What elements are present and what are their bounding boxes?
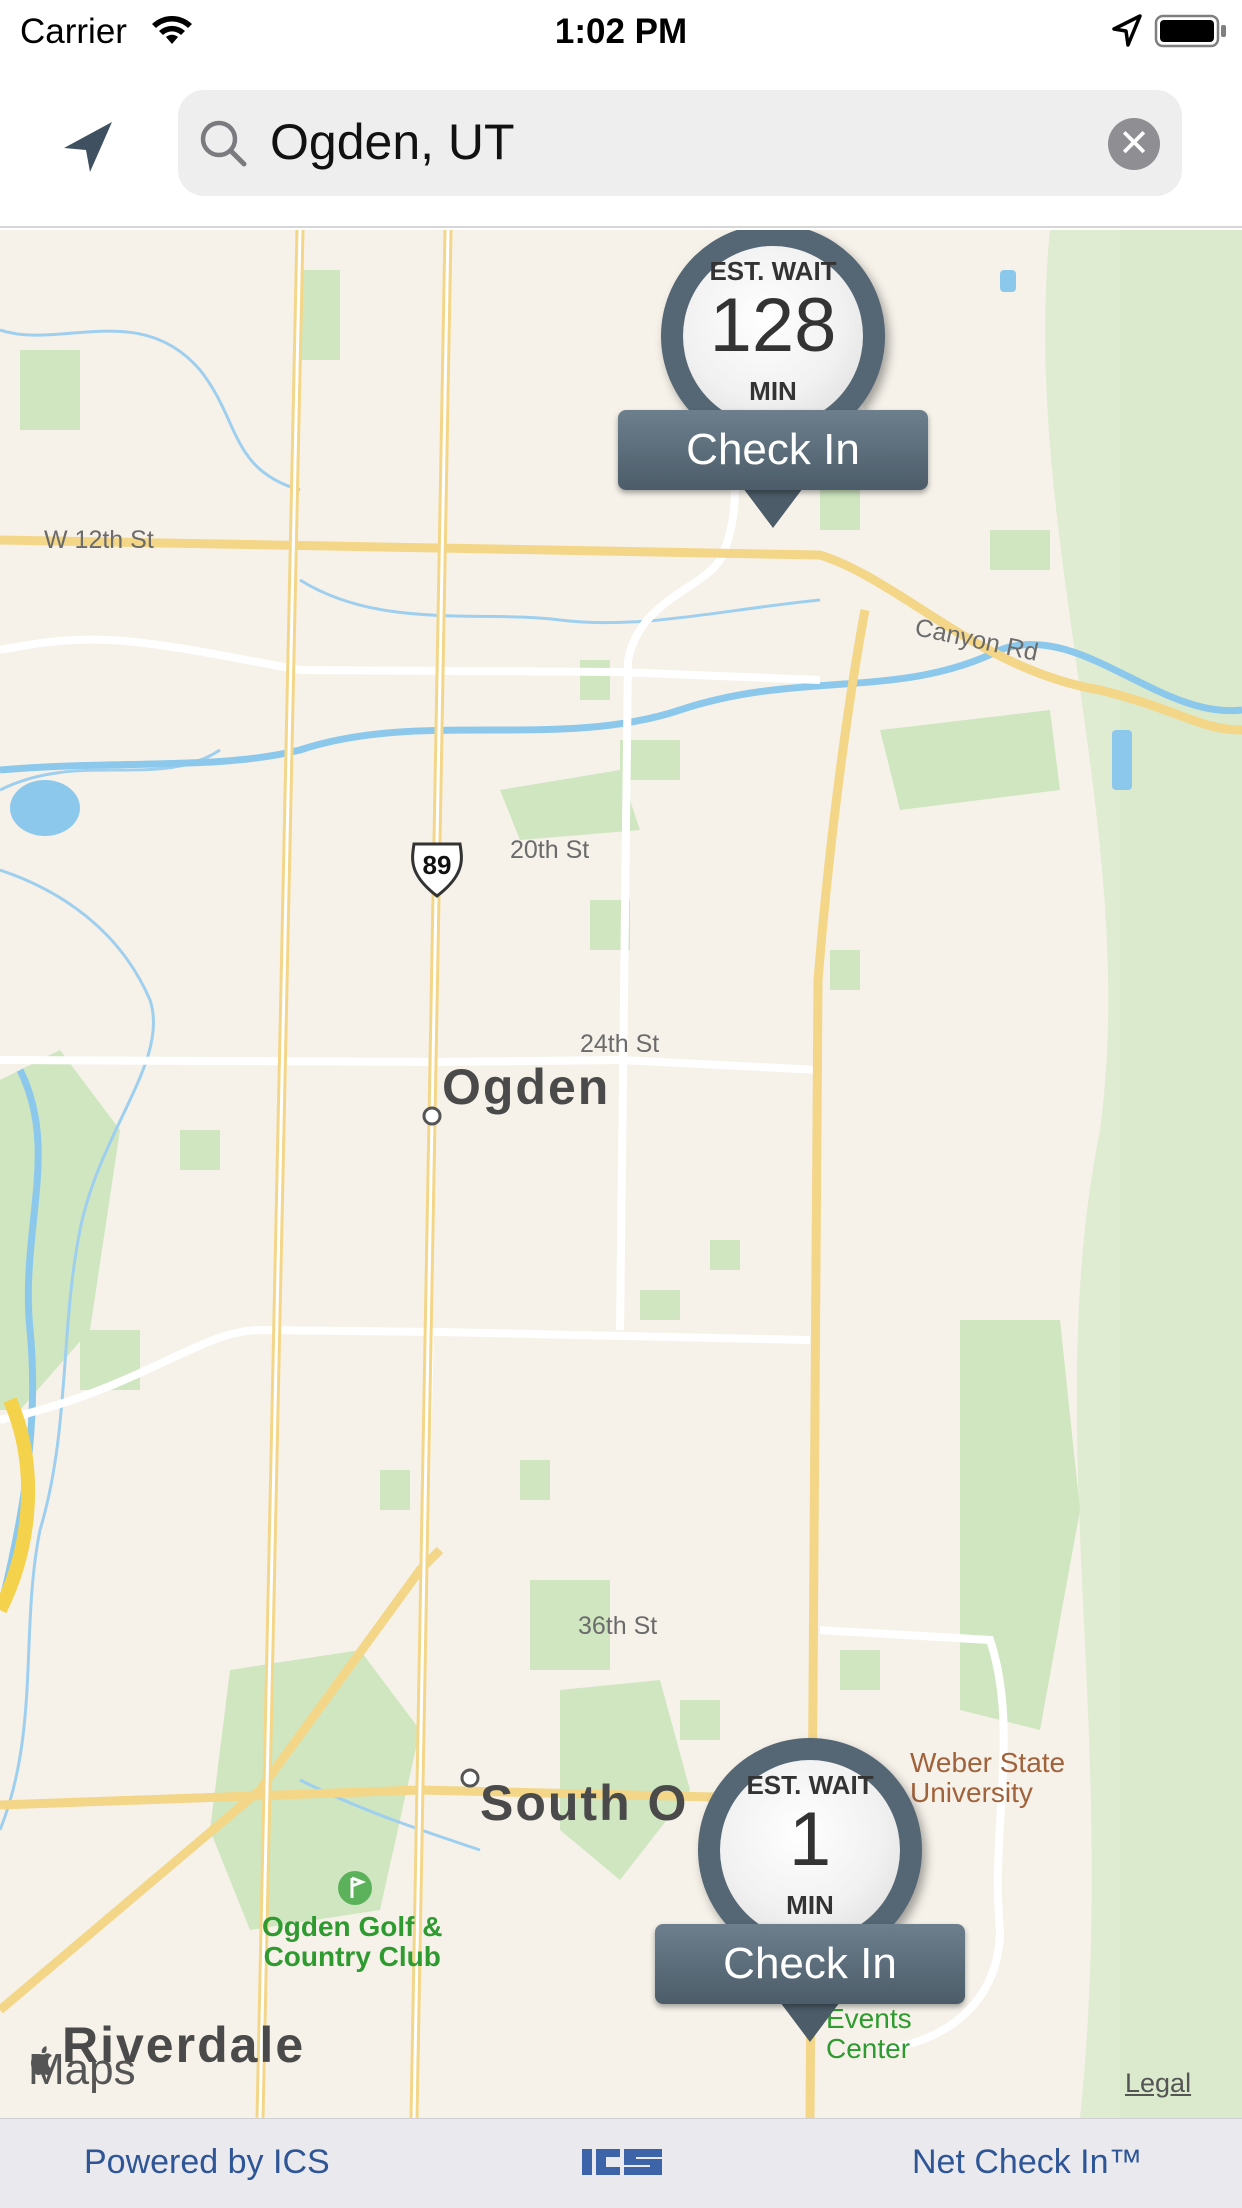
- footer-bar: Powered by ICS Net Check In™: [0, 2118, 1242, 2208]
- pin-wait-value: 128: [709, 283, 837, 368]
- poi-golf-club: Ogden Golf & Country Club: [262, 1911, 443, 1972]
- city-label-ogden: Ogden: [442, 1059, 611, 1115]
- navigation-icon[interactable]: [56, 114, 122, 180]
- maps-attribution: Maps: [28, 2045, 136, 2095]
- clock: 1:02 PM: [554, 12, 688, 51]
- status-bar: Carrier 1:02 PM: [0, 0, 1242, 62]
- search-icon: [198, 118, 250, 175]
- wait-pin-1[interactable]: EST. WAIT 128 MIN Check In: [618, 230, 928, 554]
- pin-tail: [780, 2002, 840, 2042]
- street-label-36th: 36th St: [578, 1612, 658, 1640]
- check-in-button-2[interactable]: Check In: [655, 1924, 965, 2004]
- net-check-in-link[interactable]: Net Check In™: [912, 2143, 1143, 2182]
- pin-unit-label: MIN: [749, 376, 797, 406]
- highway-number: 89: [422, 850, 452, 880]
- street-label-w12th: W 12th St: [44, 526, 154, 554]
- map-view[interactable]: W 12th St Canyon Rd 20th St 24th St 36th…: [0, 230, 1242, 2118]
- search-input[interactable]: Ogden, UT ✕: [178, 90, 1182, 196]
- wait-pin-2[interactable]: EST. WAIT 1 MIN Check In: [655, 1738, 965, 2068]
- street-label-20th: 20th St: [510, 836, 590, 864]
- legal-link[interactable]: Legal: [1125, 2068, 1191, 2099]
- check-in-button-1[interactable]: Check In: [618, 410, 928, 490]
- street-label-24th: 24th St: [580, 1030, 660, 1058]
- search-field-value[interactable]: Ogden, UT: [270, 112, 515, 172]
- location-arrow-icon: [1110, 14, 1142, 53]
- battery-icon: [1154, 14, 1228, 53]
- powered-by-link[interactable]: Powered by ICS: [84, 2143, 330, 2182]
- pin-unit-label: MIN: [786, 1890, 834, 1920]
- clear-icon[interactable]: ✕: [1108, 118, 1160, 170]
- ics-logo: [580, 2145, 664, 2184]
- pin-tail: [743, 488, 803, 528]
- pin-wait-value: 1: [788, 1797, 832, 1882]
- search-header: Ogden, UT ✕: [0, 62, 1242, 228]
- app-screen: Carrier 1:02 PM Ogden, UT ✕ W 12th St Ca…: [0, 0, 1242, 2208]
- highway-shield-icon: 89: [406, 838, 468, 900]
